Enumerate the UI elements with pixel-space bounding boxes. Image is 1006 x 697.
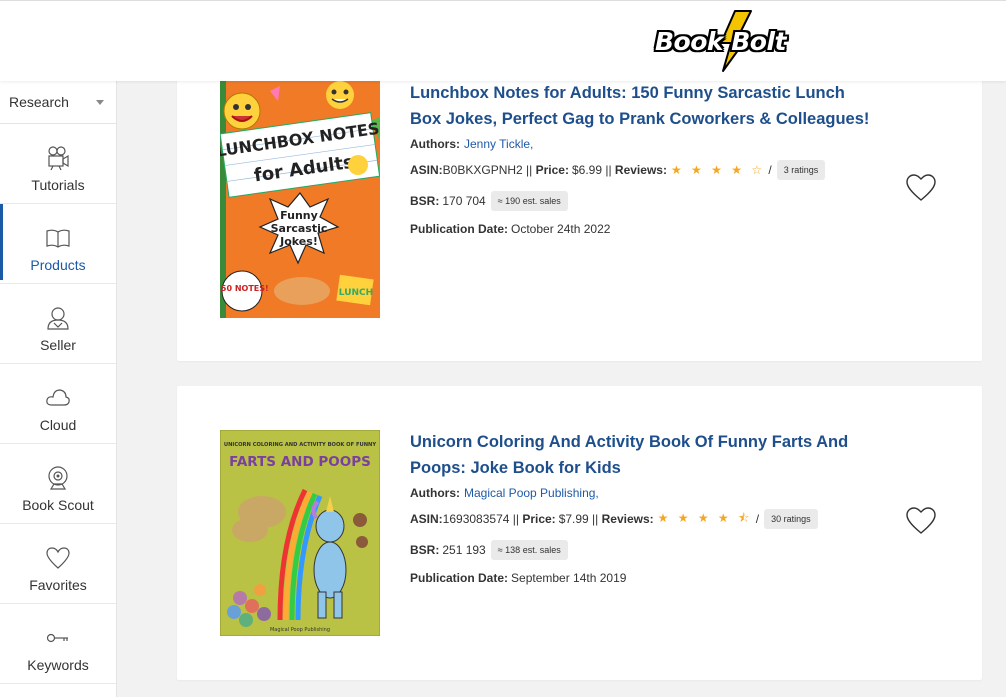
sidebar: Research Tutorials Products Seller Cloud… <box>0 81 117 697</box>
favorite-heart-icon[interactable] <box>906 174 936 202</box>
sidebar-item-cloud[interactable]: Cloud <box>0 364 116 444</box>
product-info: Lunchbox Notes for Adults: 150 Funny Sar… <box>410 81 880 236</box>
bsr-row: BSR: 251 193 ≈ 138 est. sales <box>410 538 880 562</box>
bsr-value: 170 704 <box>442 194 486 208</box>
svg-text:Magical Poop Publishing: Magical Poop Publishing <box>270 627 330 633</box>
favorite-heart-icon[interactable] <box>906 507 936 535</box>
sidebar-item-label: Book Scout <box>22 497 94 513</box>
publication-date-value: October 24th 2022 <box>511 222 611 236</box>
ratings-count-badge: 30 ratings <box>764 509 818 529</box>
book-cover-image[interactable]: LUNCHBOX NOTES for Adults Funny Sarcasti… <box>220 81 380 318</box>
rating-stars-icon: ★ ★ ★ ★ ☆ <box>670 163 766 177</box>
film-camera-icon <box>48 146 69 171</box>
book-bolt-logo[interactable]: Book Bolt <box>655 9 805 73</box>
author-link[interactable]: Magical Poop Publishing, <box>464 486 599 500</box>
bsr-value: 251 193 <box>442 543 486 557</box>
sidebar-item-label: Cloud <box>39 417 77 433</box>
sidebar-item-label: Keywords <box>27 657 89 673</box>
est-sales-badge: ≈ 190 est. sales <box>490 191 568 211</box>
rating-stars-icon: ★ ★ ★ ★ ⯪ <box>657 510 753 525</box>
top-header: Book Bolt <box>0 0 1006 81</box>
product-title-link[interactable]: Unicorn Coloring And Activity Book Of Fu… <box>410 430 880 481</box>
key-icon <box>46 633 68 643</box>
svg-text:UNICORN COLORING AND ACTIVITY: UNICORN COLORING AND ACTIVITY BOOK OF FU… <box>224 442 377 448</box>
sidebar-item-book-scout[interactable]: Book Scout <box>0 444 116 524</box>
svg-text:LUNCH: LUNCH <box>339 288 373 298</box>
publication-date-row: Publication Date: October 24th 2022 <box>410 222 611 236</box>
section-select[interactable]: Research <box>0 81 116 124</box>
asin-value: B0BKXGPNH2 <box>442 163 523 177</box>
est-sales-badge: ≈ 138 est. sales <box>490 540 568 560</box>
publication-date-value: September 14th 2019 <box>511 571 627 585</box>
author-link[interactable]: Jenny Tickle, <box>464 137 533 151</box>
chevron-down-icon <box>96 100 104 105</box>
sidebar-item-label: Favorites <box>29 577 87 593</box>
book-cover-image[interactable]: UNICORN COLORING AND ACTIVITY BOOK OF FU… <box>220 430 380 636</box>
open-book-icon <box>46 229 70 248</box>
user-icon <box>47 307 69 330</box>
authors-row: Authors: Jenny Tickle, <box>410 137 534 151</box>
sidebar-item-products[interactable]: Products <box>0 204 116 284</box>
bsr-row: BSR: 170 704 ≈ 190 est. sales <box>410 189 880 213</box>
sidebar-item-tutorials[interactable]: Tutorials <box>0 124 116 204</box>
svg-text:FARTS AND POOPS: FARTS AND POOPS <box>229 454 371 470</box>
price-value: $6.99 <box>571 163 603 177</box>
brand-name: Book Bolt <box>655 27 787 56</box>
sidebar-item-favorites[interactable]: Favorites <box>0 524 116 604</box>
section-select-value: Research <box>9 94 69 110</box>
heart-icon <box>46 547 70 569</box>
sidebar-item-label: Products <box>30 257 86 273</box>
ratings-count-badge: 3 ratings <box>776 160 826 180</box>
sidebar-item-keywords[interactable]: Keywords <box>0 604 116 684</box>
sidebar-item-label: Seller <box>40 337 76 353</box>
sidebar-item-seller[interactable]: Seller <box>0 284 116 364</box>
sidebar-item-label: Tutorials <box>31 177 85 193</box>
svg-text:Funny: Funny <box>280 209 318 222</box>
authors-row: Authors: Magical Poop Publishing, <box>410 486 599 500</box>
webcam-icon <box>48 466 68 490</box>
svg-text:Jokes!: Jokes! <box>279 235 318 248</box>
asin-value: 1693083574 <box>442 512 510 526</box>
asin-row: ASIN: B0BKXGPNH2 || Price: $6.99 || Revi… <box>410 158 880 182</box>
product-info: Unicorn Coloring And Activity Book Of Fu… <box>410 430 880 585</box>
cloud-icon <box>46 389 70 406</box>
svg-text:150 NOTES!: 150 NOTES! <box>220 284 269 293</box>
asin-row: ASIN: 1693083574 || Price: $7.99 || Revi… <box>410 507 880 531</box>
product-card: UNICORN COLORING AND ACTIVITY BOOK OF FU… <box>177 386 982 680</box>
product-title-link[interactable]: Lunchbox Notes for Adults: 150 Funny Sar… <box>410 81 880 132</box>
publication-date-row: Publication Date: September 14th 2019 <box>410 571 627 585</box>
price-value: $7.99 <box>558 512 589 526</box>
svg-text:Sarcastic: Sarcastic <box>271 222 328 235</box>
